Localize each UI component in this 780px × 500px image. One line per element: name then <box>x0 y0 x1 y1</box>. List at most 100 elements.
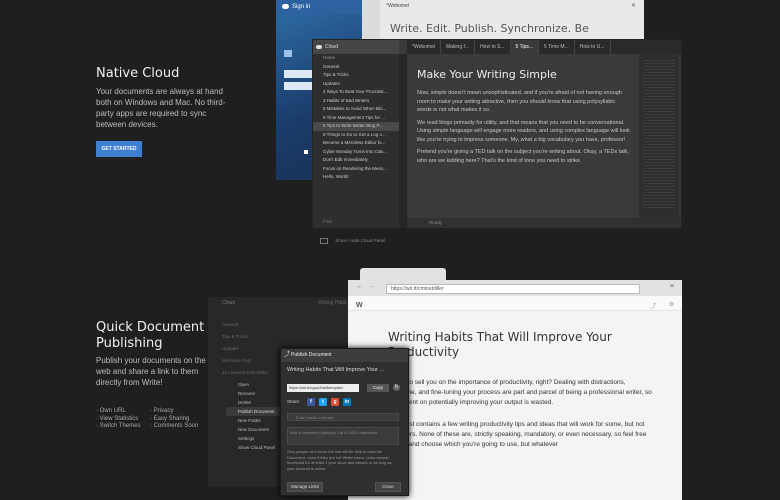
browser-toolbar: ← → https://wri.tt/cmtoutdiller ≡ <box>348 280 682 296</box>
comment-input[interactable]: Add a comment (optional). Up to 1000 cha… <box>287 427 399 445</box>
menu-icon[interactable]: ≡ <box>670 283 674 290</box>
cloud-panel-title: Cloud <box>325 44 339 50</box>
cloud-folder[interactable]: Tips & Tricks <box>313 71 399 80</box>
publish-document-title: Writing Habits That Will Improve Your ..… <box>287 367 384 373</box>
address-bar[interactable]: https://wri.tt/cmtoutdiller <box>386 284 640 294</box>
chat-icon <box>284 50 292 57</box>
editor-paragraph: We read blogs primarily for utility, and… <box>417 119 630 143</box>
editor-tab[interactable]: How to U... <box>575 40 611 54</box>
cloud-document[interactable]: 5 Time Management Tips for ... <box>313 114 399 123</box>
dim-item: Welcome Post <box>222 358 251 363</box>
signin-title: Sign in <box>292 4 311 10</box>
editor-tab[interactable]: *Webomel <box>407 40 441 54</box>
menu-item-delete[interactable]: Delete <box>226 398 288 407</box>
share-label: Share: <box>287 399 301 404</box>
editor-heading: Make Your Writing Simple <box>417 68 557 81</box>
editor-tab[interactable]: Making f... <box>441 40 476 54</box>
feature-item: · Comments Soon <box>150 423 199 429</box>
menu-item-new-document[interactable]: New Document <box>226 425 288 434</box>
menu-item-rename[interactable]: Rename <box>226 389 288 398</box>
doc-tab-title[interactable]: *Webomel <box>386 3 409 9</box>
cloud-document[interactable]: Don't Edit Immediately <box>313 156 399 165</box>
menu-item-new-folder[interactable]: New Folder <box>226 416 288 425</box>
signin-password-field[interactable] <box>284 82 314 90</box>
copy-link-button[interactable]: Copy <box>367 384 389 392</box>
feature-list-1: · Own URL · View Statistics · Switch The… <box>96 408 141 431</box>
cloud-document[interactable]: 5 Mistakes to Avoid When Blo... <box>313 105 399 114</box>
cloud-document[interactable]: Cyber Monday Turns Into Cab... <box>313 148 399 157</box>
cloud-document[interactable]: Hello, World! <box>313 173 399 182</box>
cloud-document[interactable]: Focus on Rendering the Mess... <box>313 165 399 174</box>
context-menu: Open Rename Delete Publish Document New … <box>226 380 288 452</box>
cloud-document[interactable]: 4 Ways To Beat Your Procrasti... <box>313 88 399 97</box>
share-icon[interactable]: ⤴ <box>650 301 656 310</box>
twitter-icon[interactable]: t <box>319 398 327 406</box>
cloud-scrollbar[interactable] <box>399 54 407 228</box>
feature-item: · Own URL <box>96 408 126 414</box>
forward-icon[interactable]: → <box>368 283 375 290</box>
publish-link-field[interactable]: https://wri.tt/cgou2ta/9ekopdev <box>287 384 359 392</box>
cloud-panel-toggle-caption[interactable]: Show / Hide Cloud Panel <box>320 238 385 244</box>
dim-item: Tips & Tricks <box>222 334 248 339</box>
facebook-icon[interactable]: f <box>307 398 315 406</box>
close-icon[interactable]: ✕ <box>631 2 636 9</box>
dim-item: Updates <box>222 346 239 351</box>
cloud-icon <box>316 45 322 49</box>
feature-item: · Easy Sharing <box>150 415 190 422</box>
manage-links-button[interactable]: Manage Links <box>287 482 323 492</box>
menu-item-open[interactable]: Open <box>226 380 288 389</box>
publish-dialog-header: ⤴ Publish Document <box>281 349 408 362</box>
editor-tabs: *Webomel Making f... How to S... 5 Tips.… <box>407 40 681 54</box>
remember-checkbox[interactable] <box>304 150 308 154</box>
publish-dialog-title: Publish Document <box>291 352 332 358</box>
get-started-button[interactable]: GET STARTED <box>96 141 142 157</box>
signin-email-field[interactable] <box>284 70 314 78</box>
status-text: Ready <box>429 220 443 225</box>
editor-content[interactable]: Make Your Writing Simple Now, simple doe… <box>417 64 631 169</box>
quick-publishing-title: Quick Document Publishing <box>96 320 205 351</box>
document-minimap[interactable] <box>639 54 679 219</box>
article-title: Writing Habits That Will Improve Your Pr… <box>388 330 612 359</box>
quick-publishing-text: Publish your documents on the web and sh… <box>96 356 206 387</box>
editor-tab[interactable]: How to S... <box>475 40 511 54</box>
panel-icon <box>320 238 328 244</box>
page-header: W ⤴ ⚙ <box>348 296 682 311</box>
dim-cloud-title: Cloud <box>222 300 236 306</box>
dim-item: 10 Lessons from Writer <box>222 370 269 375</box>
menu-item-publish[interactable]: Publish Document <box>226 407 288 416</box>
feature-item: · Privacy <box>150 408 174 414</box>
status-bar: Ready <box>407 218 681 228</box>
settings-icon[interactable]: ⚙ <box>669 301 674 308</box>
editor-tab-active[interactable]: 5 Tips... <box>510 40 540 54</box>
cloud-panel-header: Cloud <box>313 40 399 54</box>
cloud-document[interactable]: 3 Habits of Bad Writers <box>313 97 399 106</box>
native-cloud-title: Native Cloud <box>96 66 180 81</box>
cloud-document[interactable]: Become a Merciless Editor fo... <box>313 139 399 148</box>
google-plus-icon[interactable]: g <box>331 398 339 406</box>
close-button[interactable]: Close <box>375 482 401 492</box>
editor-paragraph: Now, simple doesn't mean unsophisticated… <box>417 90 622 113</box>
cloud-panel: Cloud Home General Tips & Tricks Updates… <box>313 40 399 228</box>
refresh-icon[interactable]: ↻ <box>393 384 400 391</box>
linkedin-icon[interactable]: in <box>343 398 351 406</box>
cloud-search-input[interactable]: Find <box>323 219 332 224</box>
cloud-folder[interactable]: General <box>313 63 399 72</box>
cloud-document-selected[interactable]: 5 Tips to Write Better Blog P... <box>313 122 399 131</box>
feature-item: · Switch Themes <box>96 423 141 429</box>
feature-item: · View Statistics <box>96 415 139 422</box>
share-icon: ⤴ <box>284 352 291 358</box>
publish-note: Only people who know the link will be ab… <box>287 449 392 471</box>
cloud-folder[interactable]: Updates <box>313 80 399 89</box>
toggle-caption-text: Show / Hide Cloud Panel <box>335 238 386 244</box>
write-logo-icon: W <box>356 302 363 309</box>
back-icon[interactable]: ← <box>356 283 363 290</box>
cloud-breadcrumb[interactable]: Home <box>313 54 399 63</box>
menu-item-settings[interactable]: Settings <box>226 434 288 443</box>
publish-dialog: ⤴ Publish Document Writing Habits That W… <box>280 348 409 496</box>
editor-tab[interactable]: 5 Time M... <box>539 40 575 54</box>
dim-tab-title: Writing Habit <box>318 300 347 306</box>
email-input[interactable]: Enter email or phone <box>287 413 399 421</box>
cloud-document[interactable]: 8 Things to Do to Get a Log o... <box>313 131 399 140</box>
menu-item-show-cloud[interactable]: Show Cloud Panel <box>226 443 288 452</box>
document-window-back: *Webomel ✕ Write. Edit. Publish. Synchro… <box>362 0 644 40</box>
